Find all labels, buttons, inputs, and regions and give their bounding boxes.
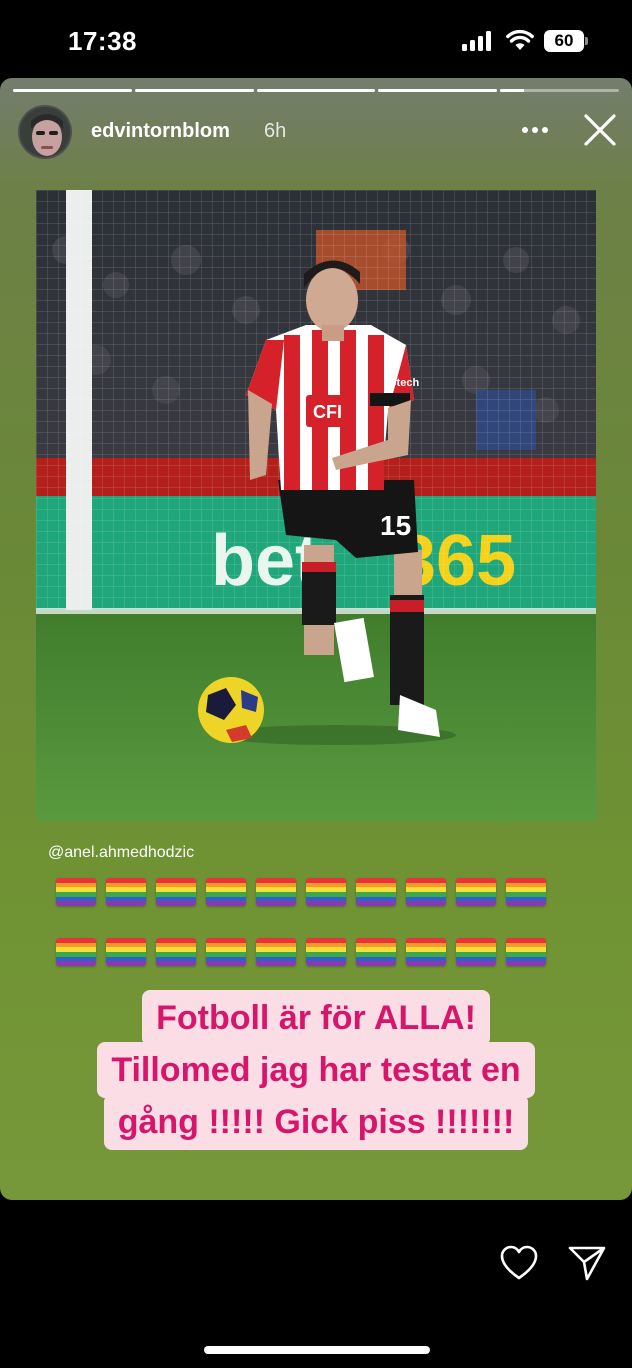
caption-line: gång !!!!! Gick piss !!!!!!! xyxy=(103,1094,529,1150)
send-icon[interactable] xyxy=(568,1245,606,1281)
more-icon[interactable] xyxy=(521,125,549,135)
story-card[interactable]: edvintornblom 6h 15 CFI Gtech @anel.ahme… xyxy=(0,78,632,1200)
story-caption: Fotboll är för ALLA! Tillomed jag har te… xyxy=(0,990,632,1150)
rainbow-flag-icon xyxy=(306,938,346,966)
rainbow-flag-icon xyxy=(56,878,96,906)
rainbow-flag-icon xyxy=(206,938,246,966)
heart-icon[interactable] xyxy=(500,1245,538,1281)
rainbow-flag-icon xyxy=(256,878,296,906)
battery-level: 60 xyxy=(544,30,584,52)
rainbow-flag-icon xyxy=(356,878,396,906)
rainbow-flag-icon xyxy=(156,938,196,966)
avatar[interactable] xyxy=(18,105,72,159)
signal-icon xyxy=(462,31,494,51)
caption-line: Tillomed jag har testat en xyxy=(97,1042,535,1098)
rainbow-flag-icon xyxy=(406,878,446,906)
rainbow-flag-row xyxy=(56,878,546,906)
story-time: 6h xyxy=(264,120,287,142)
rainbow-flag-icon xyxy=(256,938,296,966)
rainbow-flag-icon xyxy=(206,878,246,906)
rainbow-flag-icon xyxy=(306,878,346,906)
mention-tag[interactable]: @anel.ahmedhodzic xyxy=(48,844,194,862)
rainbow-flag-icon xyxy=(106,938,146,966)
progress-segment xyxy=(378,89,498,92)
story-photo: bet 365 15 xyxy=(36,190,596,821)
rainbow-flag-icon xyxy=(56,938,96,966)
close-icon[interactable] xyxy=(582,112,618,148)
caption-line: Fotboll är för ALLA! xyxy=(142,990,490,1046)
status-time: 17:38 xyxy=(68,26,137,56)
rainbow-flag-row xyxy=(56,938,546,966)
shirt-brand-text: Gtech xyxy=(388,377,419,389)
rainbow-flag-icon xyxy=(456,938,496,966)
home-indicator xyxy=(204,1346,430,1354)
status-bar: 17:38 60 xyxy=(0,0,632,78)
rainbow-flag-icon xyxy=(406,938,446,966)
shirt-number-text: 15 xyxy=(380,510,411,541)
story-progress-bar xyxy=(13,89,619,92)
rainbow-flag-icon xyxy=(506,878,546,906)
progress-segment xyxy=(500,89,619,92)
battery-icon: 60 xyxy=(544,30,588,52)
shirt-sponsor-text: CFI xyxy=(313,402,342,422)
progress-segment xyxy=(13,89,132,92)
progress-segment xyxy=(256,89,376,92)
rainbow-flag-icon xyxy=(506,938,546,966)
story-header: edvintornblom 6h xyxy=(18,104,622,159)
rainbow-flag-icon xyxy=(156,878,196,906)
rainbow-flag-icon xyxy=(356,938,396,966)
rainbow-flag-icon xyxy=(106,878,146,906)
rainbow-flag-icon xyxy=(456,878,496,906)
username[interactable]: edvintornblom xyxy=(91,120,230,143)
wifi-icon xyxy=(506,29,534,50)
progress-segment xyxy=(134,89,254,92)
